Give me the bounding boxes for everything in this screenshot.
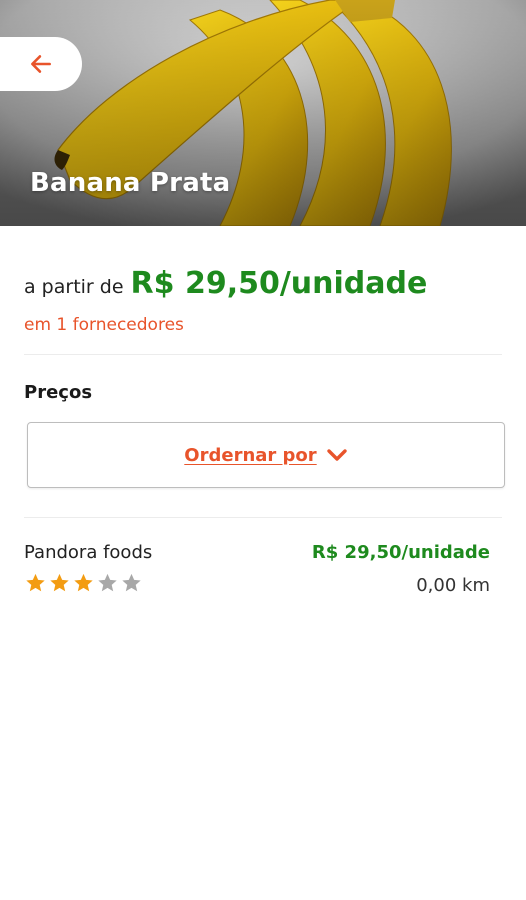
chevron-down-icon	[326, 448, 348, 462]
supplier-list-item[interactable]: Pandora foods R$ 29,50/unidade 0,00 km	[24, 542, 490, 596]
star-filled-icon	[50, 573, 69, 592]
supplier-price: R$ 29,50/unidade	[311, 542, 490, 563]
arrow-left-icon	[31, 55, 51, 73]
sort-label: Ordernar por	[184, 444, 317, 466]
star-empty-icon	[98, 573, 117, 592]
supplier-offer: R$ 29,50/unidade 0,00 km	[312, 542, 490, 596]
supplier-name: Pandora foods	[24, 542, 153, 563]
divider	[24, 354, 502, 355]
product-detail-screen: Banana Prata a partir de R$ 29,50/unidad…	[0, 0, 526, 900]
price-value: R$ 29,50/unidade	[130, 266, 428, 301]
product-hero: Banana Prata	[0, 0, 526, 226]
star-filled-icon	[74, 573, 93, 592]
divider	[24, 517, 502, 518]
suppliers-count: em 1 fornecedores	[24, 315, 184, 335]
product-content: a partir de R$ 29,50/unidade em 1 fornec…	[0, 266, 526, 596]
supplier-info: Pandora foods	[24, 542, 152, 596]
supplier-rating	[24, 572, 152, 594]
prices-section-title: Preços	[24, 382, 93, 403]
product-title: Banana Prata	[30, 168, 231, 198]
price-summary: a partir de R$ 29,50/unidade	[24, 266, 502, 301]
back-button[interactable]	[0, 37, 82, 91]
supplier-distance: 0,00 km	[416, 575, 490, 596]
star-empty-icon	[122, 573, 141, 592]
sort-button[interactable]: Ordernar por	[27, 422, 505, 488]
star-filled-icon	[26, 573, 45, 592]
price-prefix: a partir de	[24, 276, 124, 298]
